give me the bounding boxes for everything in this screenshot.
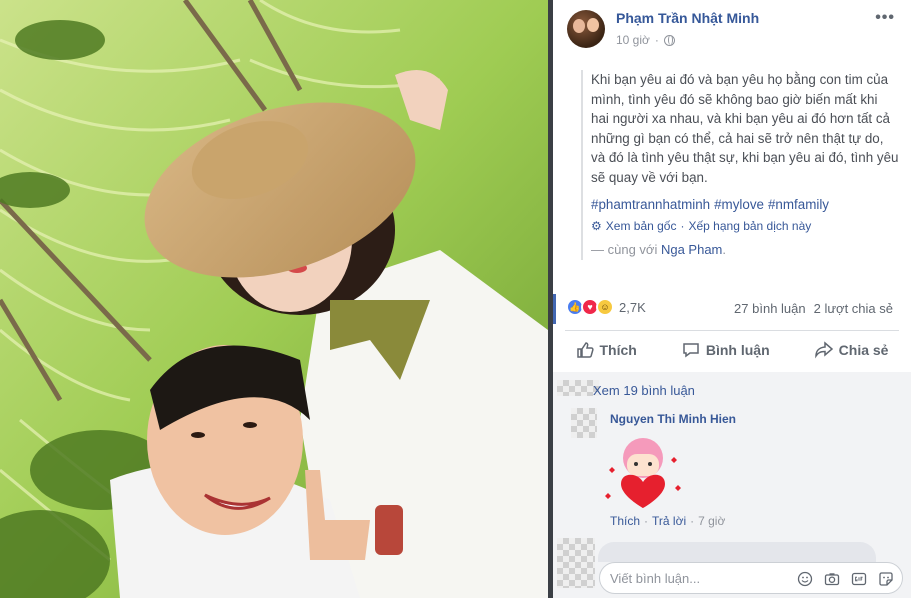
- input-icons: [796, 570, 894, 587]
- comment-like-link[interactable]: Thích: [610, 514, 640, 528]
- comment-dot: ·: [644, 514, 649, 528]
- author-name[interactable]: Phạm Trần Nhật Minh: [616, 10, 759, 26]
- more-options-button[interactable]: •••: [875, 9, 895, 27]
- commenter-name[interactable]: Nguyen Thi Minh Hien: [610, 412, 736, 426]
- with-suffix: .: [722, 242, 726, 257]
- engagement-counts: 27 bình luận 2 lượt chia sẻ: [734, 301, 893, 316]
- gif-icon[interactable]: [850, 570, 867, 587]
- post-time[interactable]: 10 giờ: [616, 33, 650, 47]
- share-icon: [814, 341, 833, 359]
- post-body: Khi bạn yêu ai đó và bạn yêu họ bằng con…: [591, 72, 899, 185]
- post-photo[interactable]: [0, 0, 548, 598]
- comment-label: Bình luận: [705, 342, 770, 358]
- comment-icon: [683, 343, 699, 358]
- reaction-stats: 👍 ♥ ☺ 2,7K 27 bình luận 2 lượt chia sẻ: [553, 294, 911, 324]
- divider-line: [565, 330, 899, 331]
- camera-icon[interactable]: [823, 570, 840, 587]
- post-meta: 10 giờ ·: [616, 33, 675, 47]
- sticker-icon[interactable]: [877, 570, 894, 587]
- comment-button[interactable]: Bình luận: [682, 341, 770, 359]
- pixelated-area: [557, 538, 595, 588]
- share-button[interactable]: Chia sẻ: [814, 341, 889, 359]
- tagged-person-link[interactable]: Nga Pham: [661, 242, 722, 257]
- with-prefix: — cùng với: [591, 242, 658, 257]
- emoji-icon[interactable]: [796, 570, 813, 587]
- like-button[interactable]: Thích: [576, 341, 637, 359]
- haha-reaction-icon: ☺: [596, 298, 614, 316]
- comment-reply-link[interactable]: Trả lời: [652, 514, 686, 528]
- comment-dot: ·: [690, 514, 695, 528]
- rate-translation-link[interactable]: Xếp hạng bản dịch này: [688, 217, 811, 237]
- hashtag-link[interactable]: #nmfamily: [768, 197, 829, 212]
- comment-input[interactable]: [610, 569, 780, 587]
- tagged-with: — cùng với Nga Pham.: [591, 240, 899, 260]
- share-label: Chia sẻ: [838, 342, 889, 358]
- next-comment-bubble: [598, 542, 876, 562]
- translation-bar: ⚙ Xem bản gốc · Xếp hạng bản dịch này: [591, 217, 899, 237]
- comment-actions: Thích · Trả lời · 7 giờ: [610, 514, 729, 528]
- comment-count[interactable]: 27 bình luận: [734, 301, 806, 316]
- hashtag-link[interactable]: #mylove: [714, 197, 764, 212]
- globe-icon[interactable]: [663, 34, 675, 46]
- thumbs-up-icon: [576, 342, 594, 358]
- action-bar: Thích Bình luận Chia sẻ: [553, 334, 911, 366]
- see-original-link[interactable]: Xem bản gốc: [606, 217, 677, 237]
- facebook-photo-viewer: Phạm Trần Nhật Minh 10 giờ · ••• Khi bạn…: [0, 0, 911, 598]
- share-count[interactable]: 2 lượt chia sẻ: [814, 301, 893, 316]
- view-more-comments-link[interactable]: Xem 19 bình luận: [593, 383, 695, 398]
- post-header: Phạm Trần Nhật Minh 10 giờ · •••: [553, 0, 911, 60]
- author-avatar[interactable]: [567, 10, 605, 48]
- commenter-avatar[interactable]: [571, 408, 597, 438]
- hashtags: #phamtrannhatminh #mylove #nmfamily: [591, 195, 899, 215]
- meta-dot: ·: [654, 33, 659, 47]
- reactions-summary[interactable]: 👍 ♥ ☺ 2,7K: [566, 298, 646, 316]
- like-label: Thích: [599, 342, 637, 358]
- heart-sticker: [605, 438, 681, 508]
- gear-icon: ⚙: [591, 218, 602, 233]
- reaction-count: 2,7K: [619, 299, 646, 315]
- post-sidebar: Phạm Trần Nhật Minh 10 giờ · ••• Khi bạn…: [553, 0, 911, 598]
- post-text-block: Khi bạn yêu ai đó và bạn yêu họ bằng con…: [581, 70, 899, 260]
- hashtag-link[interactable]: #phamtrannhatminh: [591, 197, 710, 212]
- comment-time[interactable]: 7 giờ: [698, 514, 725, 528]
- translate-separator: ·: [680, 218, 685, 233]
- comments-section: Xem 19 bình luận Nguyen Thi Minh Hien Th…: [553, 372, 911, 598]
- photo-illustration: [0, 0, 548, 598]
- comment-input-box[interactable]: [599, 562, 903, 594]
